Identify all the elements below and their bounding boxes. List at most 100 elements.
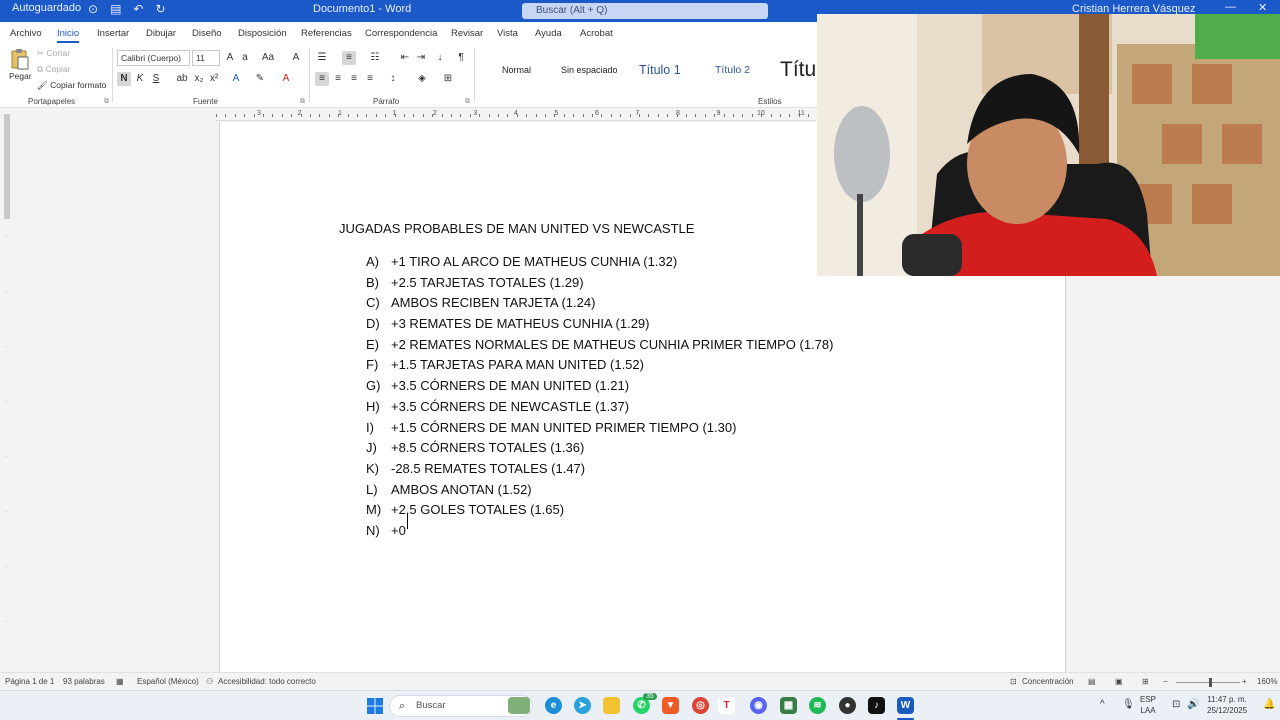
clear-format-icon[interactable]: A — [289, 51, 303, 65]
cut-button[interactable]: ✂ Cortar — [37, 48, 70, 59]
align-center-icon[interactable]: ≡ — [331, 72, 345, 86]
undo-icon[interactable]: ↶ — [133, 2, 155, 16]
increase-indent-icon[interactable]: ⇥ — [414, 51, 428, 65]
subscript-icon[interactable]: x₂ — [192, 72, 206, 86]
change-case-icon[interactable]: Aa — [261, 51, 275, 65]
news-widget-icon[interactable] — [508, 697, 530, 714]
horizontal-ruler[interactable]: 3211234567891011121314 — [216, 109, 927, 121]
accessibility-icon[interactable]: ⚇ — [206, 677, 213, 686]
close-icon[interactable]: ✕ — [1258, 1, 1267, 14]
clipboard-launcher-icon[interactable]: ⧉ — [104, 98, 109, 106]
tab-diseno[interactable]: Diseño — [192, 28, 222, 39]
edge-icon[interactable]: e — [545, 697, 562, 714]
tab-inicio[interactable]: Inicio — [57, 28, 80, 43]
microphone-icon[interactable]: 🎙 — [1122, 699, 1135, 710]
input-language[interactable]: ESP LAA — [1140, 694, 1156, 716]
bold-button[interactable]: N — [117, 72, 131, 86]
bullets-icon[interactable]: ☰ — [315, 51, 329, 65]
windows-start-icon[interactable] — [367, 698, 383, 714]
style-titulo-2[interactable]: Título 2 — [715, 50, 750, 90]
underline-button[interactable]: S — [149, 72, 163, 86]
tab-acrobat[interactable]: Acrobat — [580, 28, 613, 39]
style-titulo-1[interactable]: Título 1 — [639, 50, 681, 90]
print-layout-icon[interactable]: ▣ — [1115, 677, 1123, 686]
chrome-icon[interactable]: ◎ — [692, 697, 709, 714]
tab-revisar[interactable]: Revisar — [451, 28, 483, 39]
obs-icon[interactable]: ● — [839, 697, 856, 714]
font-family-select[interactable]: Calibri (Cuerpo) — [117, 50, 190, 66]
paste-label[interactable]: Pegar — [9, 71, 32, 81]
focus-icon[interactable]: ⊡ — [1010, 677, 1017, 686]
shrink-font-icon[interactable]: a — [238, 51, 252, 65]
tab-insertar[interactable]: Insertar — [97, 28, 129, 39]
borders-icon[interactable]: ⊞ — [441, 72, 455, 86]
zoom-in-icon[interactable]: + — [1242, 677, 1247, 686]
align-left-icon[interactable]: ≡ — [315, 72, 329, 86]
multilevel-list-icon[interactable]: ☷ — [368, 51, 382, 65]
show-marks-icon[interactable]: ¶ — [454, 51, 468, 65]
style-sin-espaciado[interactable]: Sin espaciado — [561, 50, 618, 90]
accessibility-status[interactable]: Accesibilidad: todo correcto — [218, 677, 316, 686]
tab-disposicion[interactable]: Disposición — [238, 28, 287, 39]
minimize-icon[interactable]: — — [1225, 1, 1236, 13]
zoom-level[interactable]: 160% — [1257, 677, 1277, 686]
tab-dibujar[interactable]: Dibujar — [146, 28, 176, 39]
file-explorer-icon[interactable] — [603, 697, 620, 714]
save-icon[interactable]: ▤ — [110, 2, 133, 16]
justify-icon[interactable]: ≡ — [363, 72, 377, 86]
tab-vista[interactable]: Vista — [497, 28, 518, 39]
zoom-slider[interactable] — [1176, 678, 1240, 687]
quick-access-icons[interactable]: ⊙▤↶↻ — [88, 2, 178, 16]
proofing-icon[interactable]: ▦ — [116, 677, 124, 686]
autosave-toggle-icon[interactable]: ⊙ — [88, 2, 110, 16]
volume-icon[interactable]: 🔊 — [1187, 699, 1199, 710]
web-layout-icon[interactable]: ⊞ — [1142, 677, 1149, 686]
line-spacing-icon[interactable]: ↕ — [386, 72, 400, 86]
zoom-slider-thumb[interactable] — [1209, 678, 1212, 687]
page-count[interactable]: Página 1 de 1 — [5, 677, 54, 686]
discord-icon[interactable]: ◉ — [750, 697, 767, 714]
read-mode-icon[interactable]: ▤ — [1088, 677, 1096, 686]
zoom-out-icon[interactable]: − — [1163, 677, 1168, 686]
format-painter-button[interactable]: 🖌 Copiar formato — [37, 80, 106, 91]
font-size-select[interactable]: 11 — [192, 50, 220, 66]
paste-button[interactable] — [10, 48, 32, 70]
notifications-icon[interactable]: 🔔 — [1263, 699, 1275, 710]
sort-icon[interactable]: ↓ — [433, 51, 447, 65]
decrease-indent-icon[interactable]: ⇤ — [398, 51, 412, 65]
calculator-icon[interactable]: ▦ — [780, 697, 797, 714]
tab-ayuda[interactable]: Ayuda — [535, 28, 562, 39]
word-icon[interactable]: W — [897, 697, 914, 714]
spotify-icon[interactable]: ≋ — [809, 697, 826, 714]
network-icon[interactable]: ⊡ — [1172, 699, 1180, 710]
highlight-icon[interactable]: ✎ — [253, 72, 267, 86]
typora-icon[interactable]: T — [718, 697, 735, 714]
tab-referencias[interactable]: Referencias — [301, 28, 352, 39]
brave-icon[interactable]: ▼ — [662, 697, 679, 714]
paragraph-launcher-icon[interactable]: ⧉ — [465, 98, 470, 106]
tiktok-icon[interactable]: ♪ — [868, 697, 885, 714]
strikethrough-icon[interactable]: ab — [175, 72, 189, 86]
italic-button[interactable]: K — [133, 72, 147, 86]
font-color-icon[interactable]: A — [279, 72, 293, 86]
tray-chevron-icon[interactable]: ^ — [1100, 699, 1105, 710]
numbering-icon[interactable]: ≡ — [342, 51, 356, 65]
language-status[interactable]: Español (México) — [137, 677, 199, 686]
redo-icon[interactable]: ↻ — [155, 2, 177, 16]
superscript-icon[interactable]: x² — [207, 72, 221, 86]
grow-font-icon[interactable]: A — [223, 51, 237, 65]
style-titulo[interactable]: Títu — [780, 50, 816, 90]
clock[interactable]: 11:47 p. m. 25/12/2025 — [1207, 694, 1247, 716]
telegram-icon[interactable]: ➤ — [574, 697, 591, 714]
text-effects-icon[interactable]: A — [229, 72, 243, 86]
tab-correspondencia[interactable]: Correspondencia — [365, 28, 437, 39]
align-right-icon[interactable]: ≡ — [347, 72, 361, 86]
focus-mode[interactable]: Concentración — [1022, 677, 1074, 686]
style-normal[interactable]: Normal — [502, 50, 531, 90]
copy-button[interactable]: ⧉ Copiar — [37, 64, 70, 75]
font-launcher-icon[interactable]: ⧉ — [300, 98, 305, 106]
word-count[interactable]: 93 palabras — [63, 677, 105, 686]
shading-icon[interactable]: ◈ — [415, 72, 429, 86]
tab-archivo[interactable]: Archivo — [10, 28, 42, 39]
search-box[interactable]: Buscar (Alt + Q) — [522, 3, 768, 19]
